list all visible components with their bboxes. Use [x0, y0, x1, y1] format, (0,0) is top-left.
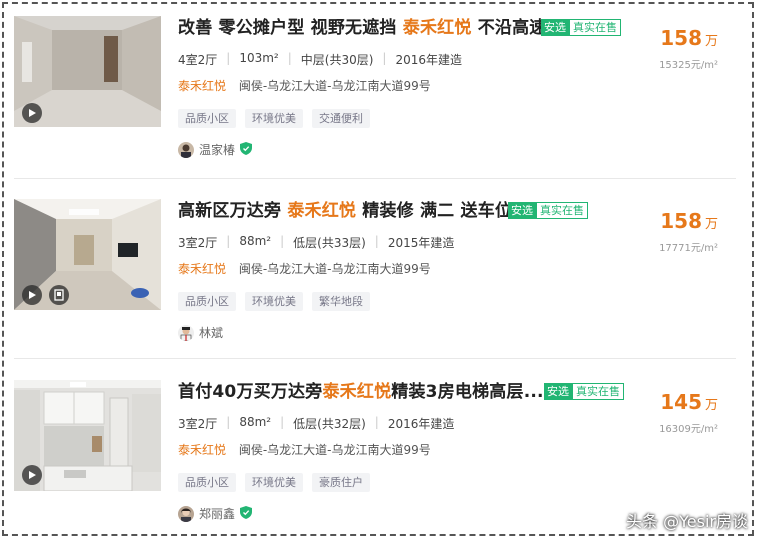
- verified-tags: 安选 真实在售: [544, 383, 624, 400]
- play-icon[interactable]: [22, 465, 42, 485]
- community-link[interactable]: 泰禾红悦: [178, 443, 226, 457]
- floor: 中层(共30层): [300, 53, 374, 67]
- built-year: 2015年建造: [387, 236, 455, 250]
- listing-photo[interactable]: [14, 16, 161, 127]
- gallery-icon[interactable]: [49, 285, 69, 305]
- select-tag: 安选: [541, 19, 569, 36]
- agent-avatar: [178, 505, 194, 522]
- select-tag: 安选: [544, 383, 572, 400]
- listing-address: 泰禾红悦 闽侯-乌龙江大道-乌龙江南大道99号: [178, 77, 431, 94]
- total-price: 145 万: [660, 390, 718, 414]
- address-text: 闽侯-乌龙江大道-乌龙江南大道99号: [238, 443, 431, 457]
- unit-price: 15325元/m²: [659, 60, 718, 71]
- unit-price: 17771元/m²: [659, 243, 718, 254]
- divider: [14, 358, 736, 359]
- listing-info: 3室2厅 | 88m² | 低层(共32层) | 2016年建造: [178, 415, 455, 431]
- listing-photo[interactable]: [14, 380, 161, 491]
- address-text: 闽侯-乌龙江大道-乌龙江南大道99号: [238, 262, 431, 276]
- feature-tags: 品质小区 环境优美 豪质住户: [178, 473, 379, 492]
- area: 103m²: [239, 51, 279, 65]
- community-link[interactable]: 泰禾红悦: [178, 79, 226, 93]
- feature-tag: 繁华地段: [312, 292, 370, 311]
- agent[interactable]: 林斌: [178, 324, 223, 341]
- play-icon[interactable]: [22, 285, 42, 305]
- real-sale-tag: 真实在售: [572, 383, 624, 400]
- listing-info: 3室2厅 | 88m² | 低层(共33层) | 2015年建造: [178, 234, 455, 250]
- floor: 低层(共32层): [293, 417, 366, 431]
- feature-tag: 品质小区: [178, 109, 236, 128]
- floor: 低层(共33层): [293, 236, 366, 250]
- agent-name: 林斌: [199, 326, 224, 340]
- total-price: 158 万: [660, 209, 718, 233]
- address-text: 闽侯-乌龙江大道-乌龙江南大道99号: [238, 79, 431, 93]
- feature-tag: 品质小区: [178, 292, 236, 311]
- listing-address: 泰禾红悦 闽侯-乌龙江大道-乌龙江南大道99号: [178, 260, 431, 277]
- listing-title[interactable]: 高新区万达旁 泰禾红悦 精装修 满二 送车位: [178, 199, 512, 223]
- feature-tags: 品质小区 环境优美 繁华地段: [178, 292, 379, 311]
- feature-tag: 环境优美: [245, 292, 303, 311]
- agent-name: 温家椿: [199, 143, 236, 157]
- listing-photo[interactable]: [14, 199, 161, 310]
- area: 88m²: [239, 234, 272, 248]
- feature-tag: 环境优美: [245, 109, 303, 128]
- layout: 3室2厅: [178, 236, 218, 250]
- real-sale-tag: 真实在售: [569, 19, 621, 36]
- shield-icon: [240, 505, 253, 522]
- built-year: 2016年建造: [387, 417, 455, 431]
- agent[interactable]: 郑丽鑫: [178, 505, 253, 522]
- agent-avatar: [178, 141, 194, 158]
- agent[interactable]: 温家椿: [178, 141, 253, 158]
- feature-tag: 交通便利: [312, 109, 370, 128]
- feature-tag: 豪质住户: [312, 473, 370, 492]
- feature-tag: 环境优美: [245, 473, 303, 492]
- agent-avatar: [178, 324, 194, 341]
- total-price: 158 万: [660, 26, 718, 50]
- built-year: 2016年建造: [395, 53, 463, 67]
- listing-title[interactable]: 改善 零公摊户型 视野无遮挡 泰禾红悦 不沿高速: [178, 16, 547, 40]
- listing-card[interactable]: 改善 零公摊户型 视野无遮挡 泰禾红悦 不沿高速 安选 真实在售 4室2厅 | 1…: [14, 16, 736, 184]
- agent-name: 郑丽鑫: [199, 507, 236, 521]
- community-link[interactable]: 泰禾红悦: [178, 262, 226, 276]
- area: 88m²: [239, 415, 272, 429]
- listing-title[interactable]: 首付40万买万达旁泰禾红悦精装3房电梯高层...: [178, 380, 544, 404]
- layout: 4室2厅: [178, 53, 218, 67]
- play-icon[interactable]: [22, 103, 42, 123]
- select-tag: 安选: [508, 202, 536, 219]
- watermark: 头条 @Yesir房谈: [626, 512, 748, 531]
- verified-tags: 安选 真实在售: [541, 19, 621, 36]
- layout: 3室2厅: [178, 417, 218, 431]
- divider: [14, 178, 736, 179]
- verified-tags: 安选 真实在售: [508, 202, 588, 219]
- feature-tags: 品质小区 环境优美 交通便利: [178, 109, 379, 128]
- unit-price: 16309元/m²: [659, 424, 718, 435]
- listing-address: 泰禾红悦 闽侯-乌龙江大道-乌龙江南大道99号: [178, 441, 431, 458]
- listing-card[interactable]: 高新区万达旁 泰禾红悦 精装修 满二 送车位 安选 真实在售 3室2厅 | 88m…: [14, 199, 736, 367]
- listing-info: 4室2厅 | 103m² | 中层(共30层) | 2016年建造: [178, 51, 463, 67]
- shield-icon: [240, 141, 253, 158]
- real-sale-tag: 真实在售: [536, 202, 588, 219]
- feature-tag: 品质小区: [178, 473, 236, 492]
